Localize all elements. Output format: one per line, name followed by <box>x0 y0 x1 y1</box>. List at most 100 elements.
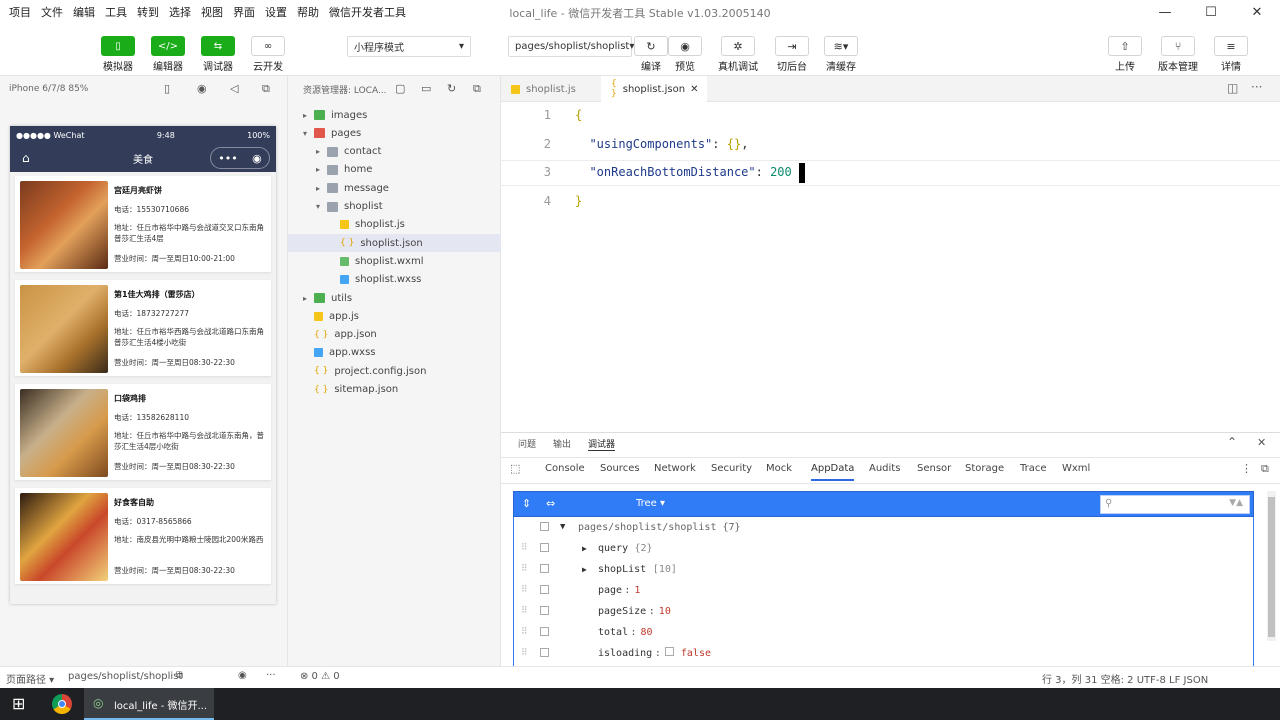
menu-item[interactable]: 工具 <box>100 4 132 20</box>
taskbar-app-devtools[interactable]: ◎ local_life - 微信开... <box>84 688 214 720</box>
search-input[interactable]: ⚲ ▼▲ <box>1100 495 1250 514</box>
device-select[interactable]: iPhone 6/7/8 85% <box>9 84 88 94</box>
appdata-row[interactable]: ⠿ total:80 <box>514 622 1255 642</box>
code-editor[interactable]: 1 {2 "usingComponents": {}, 3 "onReachBott… <box>501 102 1280 432</box>
popout-icon[interactable]: ⧉ <box>262 82 270 96</box>
maximize-button[interactable]: ☐ <box>1188 0 1234 24</box>
tab-shoplist-json[interactable]: { } shoplist.json ✕ <box>601 76 707 102</box>
capsule-menu[interactable]: ••• ◉ <box>210 147 270 169</box>
sound-icon[interactable]: ◁ <box>230 82 238 95</box>
appdata-row[interactable]: ⠿ pageSize:10 <box>514 601 1255 621</box>
drag-handle-icon[interactable]: ⠿ <box>521 648 528 658</box>
devtools-tab[interactable]: Storage <box>965 463 1004 481</box>
scrollbar-thumb[interactable] <box>1268 497 1275 637</box>
copy-icon[interactable]: ⧉ <box>176 670 183 681</box>
tree-folder[interactable]: ▸ contact <box>288 143 501 161</box>
tree-file[interactable]: app.wxss <box>288 344 501 362</box>
drag-handle-icon[interactable]: ⠿ <box>521 627 528 637</box>
appdata-row[interactable]: ⠿ ▶ shopList [10] <box>514 559 1255 579</box>
tree-root-row[interactable]: ▼ pages/shoplist/shoplist {7} <box>514 517 1255 537</box>
more-icon[interactable]: ••• <box>218 152 237 165</box>
menu-item[interactable]: 视图 <box>196 4 228 20</box>
tree-file[interactable]: app.js <box>288 307 501 325</box>
phone-icon[interactable]: ▯ <box>164 82 170 95</box>
expand-right-icon[interactable]: ▶ <box>582 565 587 574</box>
data-value[interactable]: 80 <box>641 627 653 638</box>
tab-output[interactable]: 输出 <box>553 437 571 450</box>
expand-right-icon[interactable]: ▶ <box>582 544 587 553</box>
tree-folder[interactable]: ▾ shoplist <box>288 198 501 216</box>
menu-item[interactable]: 帮助 <box>292 4 324 20</box>
upload-button[interactable]: ⇧ <box>1108 36 1142 56</box>
appdata-row[interactable]: ⠿ ▶ query {2} <box>514 538 1255 558</box>
devtools-tab[interactable]: AppData <box>811 463 855 481</box>
windows-start-icon[interactable]: ⊞ <box>12 694 25 713</box>
tree-folder[interactable]: ▸ images <box>288 106 501 124</box>
menu-item[interactable]: 界面 <box>228 4 260 20</box>
devtools-tab[interactable]: Mock <box>766 463 792 481</box>
close-circle-icon[interactable]: ◉ <box>252 152 262 165</box>
more-icon[interactable]: ··· <box>266 670 276 681</box>
tree-folder[interactable]: ▸ home <box>288 161 501 179</box>
devtools-tab[interactable]: Sources <box>600 463 640 481</box>
tab-shoplist-js[interactable]: shoplist.js <box>501 76 597 102</box>
error-count[interactable]: ⊗ 0 ⚠ 0 <box>300 671 340 682</box>
drag-handle-icon[interactable]: ⠿ <box>521 543 528 553</box>
inspect-icon[interactable]: ⬚ <box>510 462 520 475</box>
shop-card[interactable]: 口袋鸡排 电话：13582628110 地址：任丘市裕华中路与会战北道东南角，普… <box>15 384 271 480</box>
new-file-icon[interactable]: ▢ <box>395 82 405 95</box>
compile-button[interactable]: ↻ <box>634 36 668 56</box>
eye-icon[interactable]: ◉ <box>238 670 247 681</box>
appdata-row[interactable]: ⠿ page:1 <box>514 580 1255 600</box>
data-value[interactable]: 1 <box>634 585 640 596</box>
dock-icon[interactable]: ⧉ <box>1261 462 1269 476</box>
refresh-icon[interactable]: ↻ <box>447 82 456 95</box>
more-icon[interactable]: ··· <box>1251 80 1262 94</box>
mode-select[interactable]: 小程序模式 ▾ <box>347 36 471 57</box>
checkbox[interactable] <box>540 543 549 552</box>
data-value[interactable]: false <box>681 648 711 659</box>
cloud-button[interactable]: ∞ <box>251 36 285 56</box>
devtools-tab[interactable]: Sensor <box>917 463 951 481</box>
tree-file[interactable]: { } app.json <box>288 326 501 344</box>
preview-button[interactable]: ◉ <box>668 36 702 56</box>
shop-card[interactable]: 第1佳大鸡排（雷莎店） 电话：18732727277 地址：任丘市裕华西路与会战… <box>15 280 271 376</box>
tab-problems[interactable]: 问题 <box>518 437 536 450</box>
clear-cache-button[interactable]: ≋▾ <box>824 36 858 56</box>
home-icon[interactable]: ⌂ <box>22 151 30 165</box>
close-tab-icon[interactable]: ✕ <box>690 84 698 95</box>
split-editor-icon[interactable]: ◫ <box>1227 81 1238 95</box>
tree-folder[interactable]: ▸ message <box>288 179 501 197</box>
drag-handle-icon[interactable]: ⠿ <box>521 606 528 616</box>
expand-all-icon[interactable]: ⇕ <box>522 497 531 510</box>
drag-handle-icon[interactable]: ⠿ <box>521 564 528 574</box>
page-path-label[interactable]: 页面路径 ▾ <box>6 671 54 686</box>
data-value[interactable]: 10 <box>659 606 671 617</box>
chrome-icon[interactable] <box>52 694 72 714</box>
new-folder-icon[interactable]: ▭ <box>421 82 431 95</box>
view-mode-select[interactable]: Tree ▾ <box>636 498 665 509</box>
remote-debug-button[interactable]: ✲ <box>721 36 755 56</box>
devtools-tab[interactable]: Trace <box>1020 463 1047 481</box>
checkbox[interactable] <box>540 522 549 531</box>
devtools-tab[interactable]: Wxml <box>1062 463 1090 481</box>
shop-card[interactable]: 好食客自助 电话：0317-8565866 地址：南皮县光明中路粮士陵园北200… <box>15 488 271 584</box>
version-button[interactable]: ⑂ <box>1161 36 1195 56</box>
close-window-button[interactable]: ✕ <box>1234 0 1280 24</box>
tree-file[interactable]: { } sitemap.json <box>288 381 501 399</box>
checkbox[interactable] <box>540 606 549 615</box>
menu-item[interactable]: 选择 <box>164 4 196 20</box>
record-icon[interactable]: ◉ <box>197 82 207 95</box>
devtools-tab[interactable]: Audits <box>869 463 900 481</box>
menu-item[interactable]: 项目 <box>4 4 36 20</box>
tree-file[interactable]: shoplist.js <box>288 216 501 234</box>
compile-page-select[interactable]: pages/shoplist/shoplist ▾ <box>508 36 634 57</box>
menu-item[interactable]: 转到 <box>132 4 164 20</box>
scrollbar-track[interactable] <box>1267 491 1276 641</box>
collapse-all-icon[interactable]: ⇔ <box>546 497 555 510</box>
checkbox[interactable] <box>540 564 549 573</box>
background-button[interactable]: ⇥ <box>775 36 809 56</box>
editor-button[interactable]: </> <box>151 36 185 56</box>
collapse-icon[interactable]: ⧉ <box>473 82 481 96</box>
bool-checkbox[interactable] <box>664 647 674 656</box>
